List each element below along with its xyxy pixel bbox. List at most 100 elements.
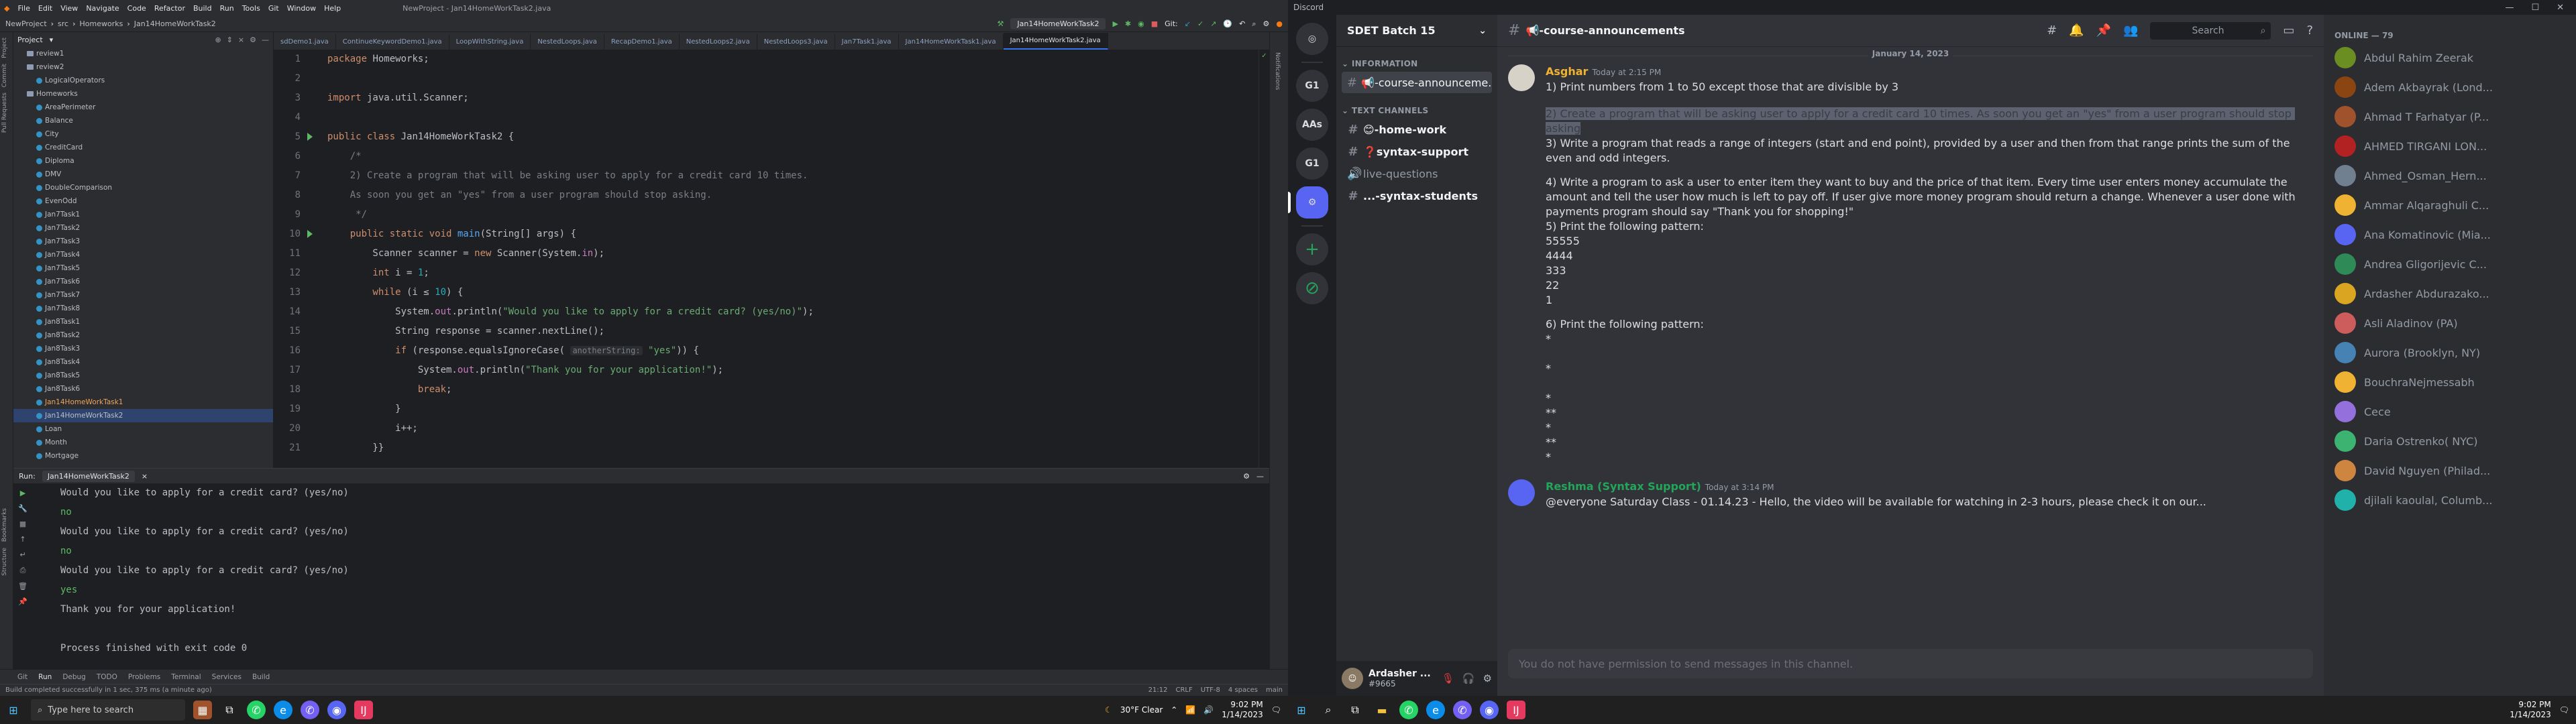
gear-icon[interactable]: ⚙ bbox=[250, 36, 256, 44]
windows-start-icon[interactable]: ⊞ bbox=[4, 701, 23, 719]
threads-icon[interactable]: # bbox=[2047, 23, 2057, 38]
tree-item[interactable]: Month bbox=[13, 436, 273, 449]
taskbar-search[interactable]: ⌕ Type here to search bbox=[31, 699, 185, 721]
editor-tab[interactable]: LoopWithString.java bbox=[449, 34, 531, 50]
minimize-icon[interactable]: — bbox=[2505, 3, 2514, 13]
pin-icon[interactable]: 📌 bbox=[18, 597, 28, 606]
tree-item[interactable]: Homeworks bbox=[13, 87, 273, 101]
tree-item[interactable]: Loan bbox=[13, 422, 273, 436]
scroll-up-icon[interactable]: ↑ bbox=[19, 535, 25, 544]
editor-tab[interactable]: Jan7Task1.java bbox=[835, 34, 899, 50]
run-gutter-icon[interactable] bbox=[307, 230, 313, 238]
gear-icon[interactable]: ⚙ bbox=[1243, 472, 1250, 481]
menu-git[interactable]: Git bbox=[268, 4, 279, 13]
tree-item[interactable]: CreditCard bbox=[13, 141, 273, 154]
chevron-down-icon[interactable]: ▾ bbox=[50, 36, 54, 44]
member-item[interactable]: Ahmed_Osman_Hern... bbox=[2329, 161, 2571, 190]
tool-structure[interactable]: Structure bbox=[1, 548, 8, 576]
editor-tab[interactable]: NestedLoops2.java bbox=[680, 34, 757, 50]
tree-item[interactable]: Balance bbox=[13, 114, 273, 127]
tool-tab-terminal[interactable]: Terminal bbox=[171, 673, 201, 681]
deafen-icon[interactable]: 🎧 bbox=[1462, 672, 1475, 684]
git-push-icon[interactable]: ↗ bbox=[1210, 19, 1216, 28]
member-item[interactable]: Ardasher Abdurazako... bbox=[2329, 279, 2571, 308]
menu-file[interactable]: File bbox=[17, 4, 30, 13]
coverage-icon[interactable]: ◉ bbox=[1138, 19, 1144, 28]
editor-tab[interactable]: NestedLoops3.java bbox=[757, 34, 835, 50]
task-view-icon[interactable]: ⧉ bbox=[220, 701, 239, 719]
editor-scrollbar[interactable]: ✓ bbox=[1258, 50, 1269, 468]
server-header[interactable]: SDET Batch 15 ⌄ bbox=[1336, 15, 1497, 47]
rollback-icon[interactable]: ↶ bbox=[1239, 19, 1245, 28]
editor-tab[interactable]: RecapDemo1.java bbox=[604, 34, 680, 50]
tree-item[interactable]: review2 bbox=[13, 60, 273, 74]
search-icon[interactable]: ⌕ bbox=[1319, 701, 1338, 719]
discord-taskbar-icon[interactable]: ◉ bbox=[327, 701, 346, 719]
stop-icon[interactable]: ■ bbox=[19, 520, 26, 528]
editor-tab[interactable]: NestedLoops.java bbox=[531, 34, 604, 50]
hammer-icon[interactable]: ⚒ bbox=[998, 19, 1004, 28]
caret-position[interactable]: 21:12 bbox=[1148, 686, 1168, 694]
breadcrumb-src[interactable]: src bbox=[58, 19, 68, 28]
member-item[interactable]: Adem Akbayrak (Lond... bbox=[2329, 72, 2571, 102]
server-g1-2[interactable]: G1 bbox=[1296, 147, 1328, 180]
editor-tab[interactable]: sdDemo1.java bbox=[274, 34, 336, 50]
tool-project[interactable]: Project bbox=[1, 38, 8, 58]
tree-item[interactable]: review1 bbox=[13, 47, 273, 60]
tree-item[interactable]: Diploma bbox=[13, 154, 273, 168]
tree-item[interactable]: Jan7Task8 bbox=[13, 302, 273, 315]
print-icon[interactable]: ⎙ bbox=[20, 566, 26, 575]
tool-pull-requests[interactable]: Pull Requests bbox=[1, 93, 8, 133]
minimize-icon[interactable]: — bbox=[262, 36, 269, 44]
run-gutter-icon[interactable] bbox=[307, 133, 313, 141]
tree-item[interactable]: AreaPerimeter bbox=[13, 101, 273, 114]
tree-item[interactable]: Jan7Task1 bbox=[13, 208, 273, 221]
avatar[interactable] bbox=[1508, 64, 1535, 91]
breadcrumb-project[interactable]: NewProject bbox=[5, 19, 47, 28]
wrench-icon[interactable]: 🔧 bbox=[18, 504, 28, 513]
tree-item[interactable]: DMV bbox=[13, 168, 273, 181]
member-item[interactable]: Abdul Rahim Zeerak bbox=[2329, 43, 2571, 72]
member-item[interactable]: Ahmad T Farhatyar (P... bbox=[2329, 102, 2571, 131]
member-item[interactable]: Cece bbox=[2329, 397, 2571, 426]
menu-navigate[interactable]: Navigate bbox=[86, 4, 119, 13]
member-item[interactable]: BouchraNejmessabh bbox=[2329, 367, 2571, 397]
intellij-taskbar-icon[interactable]: IJ bbox=[1507, 701, 1525, 719]
search-everywhere-icon[interactable]: ⌕ bbox=[1252, 19, 1256, 29]
tree-item[interactable]: LogicalOperators bbox=[13, 74, 273, 87]
close-icon[interactable]: ✕ bbox=[2557, 3, 2564, 13]
mute-icon[interactable]: 🎙 bbox=[1442, 672, 1454, 684]
notification-icon[interactable]: 🗨 bbox=[2559, 705, 2569, 715]
tree-item[interactable]: Jan7Task6 bbox=[13, 275, 273, 288]
clock[interactable]: 9:02 PM 1/14/2023 bbox=[1222, 700, 1263, 720]
tool-tab-todo[interactable]: TODO bbox=[97, 673, 117, 681]
history-icon[interactable]: 🕑 bbox=[1223, 19, 1232, 28]
tool-tab-git[interactable]: Git bbox=[17, 673, 28, 681]
debug-icon[interactable]: ✱ bbox=[1125, 19, 1131, 28]
viber-icon[interactable]: ✆ bbox=[1453, 701, 1472, 719]
member-item[interactable]: Asli Aladinov (PA) bbox=[2329, 308, 2571, 338]
member-item[interactable]: Ana Komatinovic (Mia... bbox=[2329, 220, 2571, 249]
tree-item[interactable]: Jan7Task4 bbox=[13, 248, 273, 261]
pin-icon[interactable]: 📌 bbox=[2096, 23, 2111, 38]
tree-item[interactable]: City bbox=[13, 127, 273, 141]
member-item[interactable]: AHMED TIRGANI LON... bbox=[2329, 131, 2571, 161]
volume-icon[interactable]: 🔊 bbox=[1203, 705, 1214, 715]
tree-item[interactable]: Jan7Task5 bbox=[13, 261, 273, 275]
viber-icon[interactable]: ✆ bbox=[301, 701, 319, 719]
member-item[interactable]: djilali kaoulal, Columb... bbox=[2329, 485, 2571, 515]
tool-tab-debug[interactable]: Debug bbox=[62, 673, 86, 681]
whatsapp-icon[interactable]: ✆ bbox=[1399, 701, 1418, 719]
editor-tab[interactable]: Jan14HomeWorkTask1.java bbox=[899, 34, 1004, 50]
tree-item[interactable]: Jan7Task7 bbox=[13, 288, 273, 302]
tool-tab-build[interactable]: Build bbox=[252, 673, 270, 681]
member-item[interactable]: Aurora (Brooklyn, NY) bbox=[2329, 338, 2571, 367]
tree-item[interactable]: Jan8Task4 bbox=[13, 355, 273, 369]
project-label[interactable]: Project bbox=[17, 36, 43, 44]
tool-tab-problems[interactable]: Problems bbox=[128, 673, 160, 681]
git-update-icon[interactable]: ↙ bbox=[1185, 19, 1191, 28]
edge-icon[interactable]: e bbox=[274, 701, 292, 719]
collapse-icon[interactable]: ⇕ bbox=[227, 36, 233, 44]
app-icon[interactable]: ▦ bbox=[193, 701, 212, 719]
user-avatar[interactable]: ☺ bbox=[1342, 668, 1363, 689]
